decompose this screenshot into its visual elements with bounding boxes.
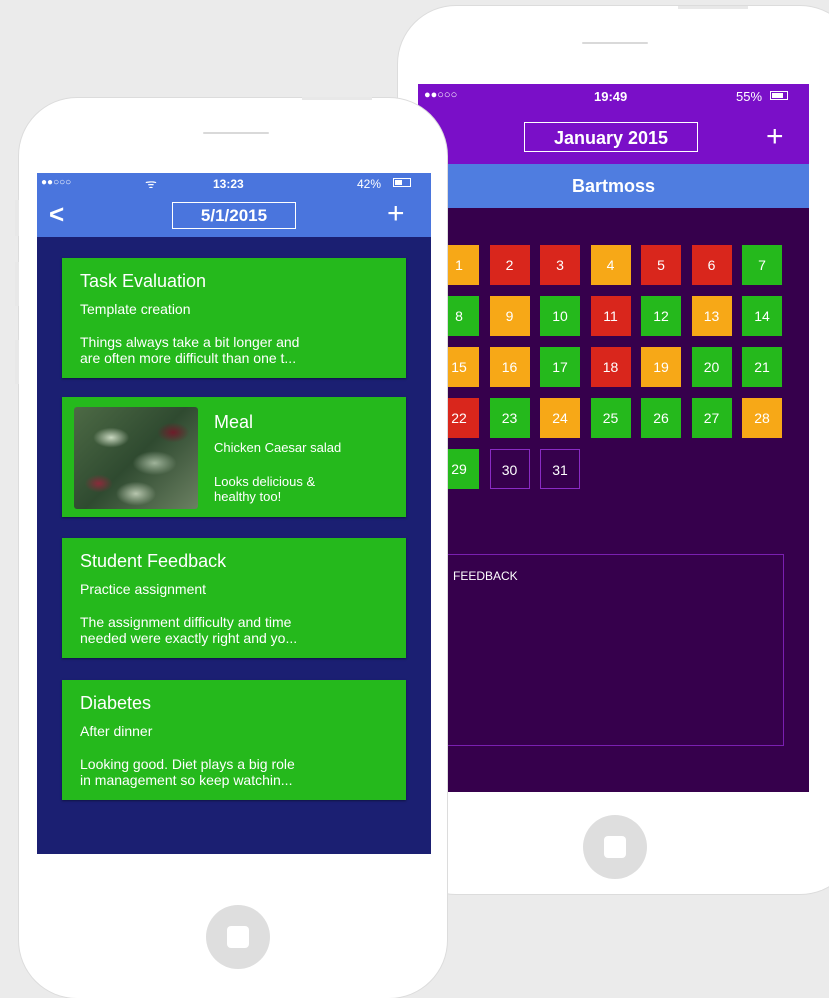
entry-description: Looks delicious & healthy too!	[214, 474, 316, 504]
add-entry-button[interactable]: +	[387, 199, 405, 229]
entry-subtitle: After dinner	[80, 723, 153, 739]
calendar-day-6[interactable]: 6	[691, 245, 732, 285]
calendar-day-10[interactable]: 10	[540, 296, 580, 336]
status-bar: ●●○○○ 19:49 55%	[418, 84, 809, 110]
calendar-day-11[interactable]: 11	[590, 296, 631, 336]
speaker-grille	[203, 132, 269, 134]
battery-icon	[770, 91, 788, 100]
calendar-day-9[interactable]: 9	[489, 296, 530, 336]
volume-up-button	[15, 262, 19, 306]
calendar-day-16[interactable]: 16	[489, 347, 530, 387]
entry-title: Task Evaluation	[80, 271, 207, 291]
signal-indicator: ●●○○○	[424, 89, 458, 101]
calendar-day-26[interactable]: 26	[641, 398, 681, 438]
wifi-icon: ᯤ	[145, 176, 157, 191]
status-time: 13:23	[213, 177, 244, 191]
power-button	[678, 6, 748, 9]
entry-title: Student Feedback	[80, 551, 227, 571]
calendar-day-19[interactable]: 19	[641, 347, 681, 387]
battery-percent: 42%	[357, 177, 382, 191]
entry-description: Looking good. Diet plays a big role in m…	[80, 756, 295, 788]
power-button	[302, 97, 372, 100]
calendar-day-28[interactable]: 28	[742, 398, 782, 438]
battery-icon	[393, 178, 411, 187]
calendar-day-24[interactable]: 24	[540, 398, 580, 438]
entry-description: The assignment difficulty and time neede…	[80, 614, 298, 646]
calendar-day-13[interactable]: 13	[691, 296, 732, 336]
calendar-day-12[interactable]: 12	[641, 296, 681, 336]
calendar-day-25[interactable]: 25	[590, 398, 631, 438]
entries-screen: ●●○○○ ᯤ 13:23 42% < 5/1/2015 + Task Eval…	[37, 173, 431, 854]
calendar-day-4[interactable]: 4	[590, 245, 631, 285]
entry-subtitle: Practice assignment	[80, 581, 207, 597]
calendar-day-30[interactable]: 30	[489, 449, 530, 489]
calendar-day-2[interactable]: 2	[489, 245, 530, 285]
date-selector[interactable]: 5/1/2015	[172, 202, 296, 229]
status-time: 19:49	[594, 89, 628, 104]
user-name-header: Bartmoss	[418, 164, 809, 208]
feedback-area[interactable]: FEEDBACK	[444, 554, 784, 746]
calendar-day-18[interactable]: 18	[590, 347, 631, 387]
home-button[interactable]	[583, 815, 647, 879]
volume-down-button	[15, 340, 19, 384]
calendar-day-7[interactable]: 7	[742, 245, 782, 285]
calendar-day-31[interactable]: 31	[540, 449, 580, 489]
calendar-day-20[interactable]: 20	[691, 347, 732, 387]
entry-card-meal[interactable]: Meal Chicken Caesar salad Looks deliciou…	[62, 397, 406, 517]
nav-bar: < 5/1/2015 +	[37, 193, 431, 237]
entry-title: Meal	[214, 412, 254, 432]
back-chevron-icon[interactable]: <	[49, 200, 64, 228]
entry-card-diabetes[interactable]: Diabetes After dinner Looking good. Diet…	[62, 680, 406, 800]
calendar-day-14[interactable]: 14	[742, 296, 782, 336]
entry-description: Things always take a bit longer and are …	[80, 334, 300, 366]
entry-subtitle: Chicken Caesar salad	[214, 440, 342, 455]
add-button[interactable]: +	[766, 122, 784, 152]
entry-subtitle: Template creation	[80, 301, 191, 317]
calendar-day-5[interactable]: 5	[641, 245, 681, 285]
status-bar: ●●○○○ ᯤ 13:23 42%	[37, 173, 431, 193]
signal-indicator: ●●○○○	[41, 177, 72, 188]
calendar-day-3[interactable]: 3	[540, 245, 580, 285]
month-selector[interactable]: January 2015	[524, 122, 698, 152]
entry-card-task-evaluation[interactable]: Task Evaluation Template creation Things…	[62, 258, 406, 378]
home-button[interactable]	[206, 905, 270, 969]
calendar-day-21[interactable]: 21	[742, 347, 782, 387]
meal-photo	[74, 407, 198, 509]
entry-card-student-feedback[interactable]: Student Feedback Practice assignment The…	[62, 538, 406, 658]
feedback-label: FEEDBACK	[453, 569, 518, 583]
calendar-screen: ●●○○○ 19:49 55% January 2015 + Bartmoss …	[418, 84, 809, 792]
battery-percent: 55%	[736, 89, 763, 104]
speaker-grille	[582, 42, 648, 44]
mute-switch	[15, 200, 19, 236]
nav-bar: January 2015 +	[418, 110, 809, 164]
calendar-day-27[interactable]: 27	[691, 398, 732, 438]
calendar-day-17[interactable]: 17	[540, 347, 580, 387]
entry-title: Diabetes	[80, 693, 152, 713]
calendar-day-23[interactable]: 23	[489, 398, 530, 438]
